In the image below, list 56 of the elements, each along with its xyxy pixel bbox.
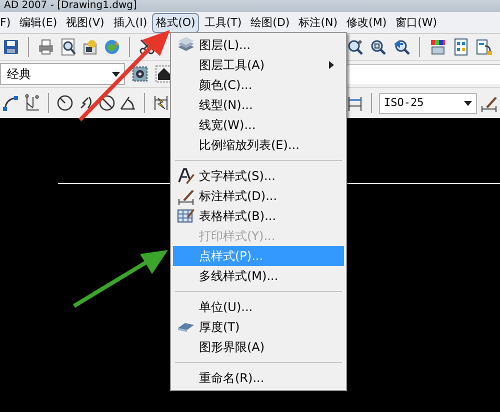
menu-item[interactable]: 线宽(W)...: [173, 115, 344, 135]
diameter-icon[interactable]: [98, 94, 116, 112]
layers-icon: [177, 36, 195, 54]
menu-item[interactable]: 图层工具(A): [173, 55, 344, 75]
menu-bar-item[interactable]: 插入(I): [109, 12, 152, 32]
dimension-style-icon[interactable]: [480, 94, 498, 112]
menu-item[interactable]: 重命名(R)...: [173, 368, 344, 388]
paper-stack-icon[interactable]: [81, 38, 99, 56]
menu-bar-item[interactable]: 修改(M): [342, 12, 391, 32]
linear-dimension-icon[interactable]: [346, 94, 364, 112]
command-field[interactable]: [346, 64, 500, 84]
gear-icon[interactable]: [131, 65, 149, 83]
zoom-previous-icon[interactable]: [392, 38, 410, 56]
page-arrow-icon[interactable]: [475, 38, 493, 56]
table-style-icon: [177, 207, 195, 225]
caret-icon: [464, 100, 472, 106]
dimension-style-icon: [177, 187, 195, 205]
menu-item[interactable]: 标注样式(D)...: [173, 186, 344, 206]
menu-bar-item[interactable]: 编辑(E): [16, 12, 62, 32]
menu-bar-item[interactable]: 格式(O): [152, 12, 200, 32]
menu-item[interactable]: 图形界限(A): [173, 337, 344, 357]
submenu-arrow-icon: [329, 61, 334, 69]
menu-bar-item[interactable]: 绘图(D): [246, 12, 294, 32]
menu-bar-item[interactable]: 工具(T): [200, 12, 246, 32]
menu-item[interactable]: 颜色(C)...: [173, 75, 344, 95]
printer-icon[interactable]: [37, 38, 55, 56]
caret-icon: [112, 72, 120, 76]
dimension-style-dropdown[interactable]: ISO-25: [379, 92, 477, 114]
menu-item[interactable]: 单位(U)...: [173, 297, 344, 317]
save-icon[interactable]: [2, 38, 20, 56]
grid-panel-icon[interactable]: [452, 38, 470, 56]
arc-icon[interactable]: [2, 94, 20, 112]
menu-item[interactable]: 文字样式(S)...: [173, 166, 344, 186]
menu-item[interactable]: 多线样式(M)...: [173, 266, 344, 286]
palette-icon[interactable]: [429, 38, 447, 56]
magnifier-page-icon[interactable]: [59, 38, 77, 56]
menu-bar-item[interactable]: F): [0, 12, 15, 32]
ordinate-icon[interactable]: [23, 94, 41, 112]
menu-item[interactable]: 比例缩放列表(E)...: [173, 135, 344, 155]
menu-bar-item[interactable]: 标注(N): [294, 12, 342, 32]
eraser-icon: [177, 322, 195, 332]
zoom-window-icon[interactable]: [369, 38, 387, 56]
window-title: AD 2007 - [Drawing1.dwg]: [4, 0, 137, 12]
zoom-in-icon[interactable]: [346, 38, 364, 56]
radius-icon[interactable]: [56, 94, 74, 112]
menu-bar-item[interactable]: 视图(V): [62, 12, 108, 32]
house-icon[interactable]: [155, 65, 173, 83]
menu-item[interactable]: 表格样式(B)...: [173, 206, 344, 226]
menu-item[interactable]: 线型(N)...: [173, 95, 344, 115]
text-style-icon: [177, 167, 195, 185]
menu-item[interactable]: 厚度(T): [173, 317, 344, 337]
quick-dimension-icon[interactable]: [152, 94, 170, 112]
menu-item[interactable]: 图层(L)...: [173, 35, 344, 55]
workspace-dropdown[interactable]: 经典: [0, 63, 125, 85]
menu-bar-item[interactable]: 窗口(W): [392, 12, 442, 32]
angle-icon[interactable]: [119, 94, 137, 112]
